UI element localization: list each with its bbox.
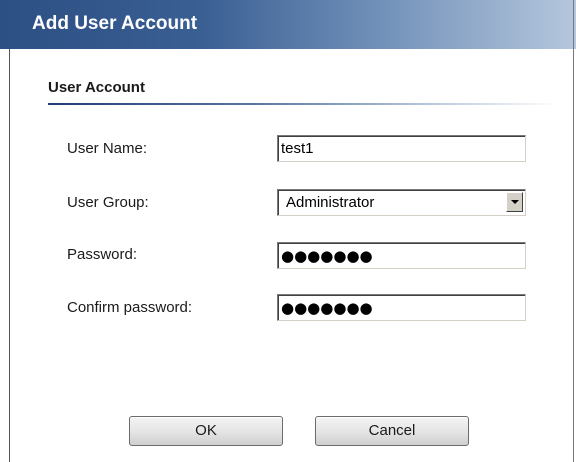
add-user-dialog: Add User Account User Account User Name:… — [0, 0, 576, 462]
dialog-right-border — [573, 0, 574, 462]
cancel-button[interactable]: Cancel — [315, 416, 469, 446]
confirm-password-input[interactable]: ●●●●●●● — [277, 294, 526, 321]
section-title: User Account — [48, 79, 145, 96]
password-label: Password: — [67, 246, 138, 263]
user-group-label: User Group: — [67, 194, 149, 211]
dialog-titlebar: Add User Account — [0, 0, 576, 49]
password-input[interactable]: ●●●●●●● — [277, 242, 526, 269]
confirm-password-label: Confirm password: — [67, 299, 193, 316]
ok-button[interactable]: OK — [129, 416, 283, 446]
section-divider — [48, 103, 560, 105]
dialog-title: Add User Account — [32, 13, 198, 34]
user-group-selected-value: Administrator — [286, 194, 375, 211]
dialog-left-border — [9, 49, 10, 462]
user-group-select[interactable]: Administrator — [277, 189, 526, 216]
chevron-down-icon[interactable] — [506, 192, 523, 212]
username-label: User Name: — [67, 140, 148, 157]
username-input[interactable]: test1 — [277, 135, 526, 162]
